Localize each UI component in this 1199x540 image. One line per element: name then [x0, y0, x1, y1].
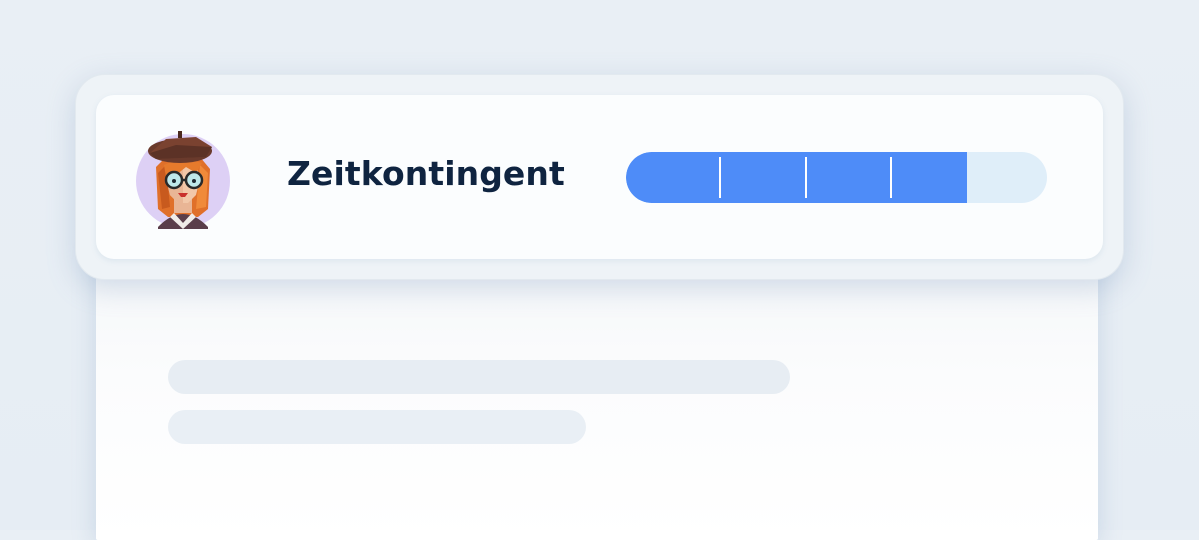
skeleton-text-line — [168, 360, 790, 394]
time-quota-label: Zeitkontingent — [287, 154, 565, 193]
progress-segment-divider — [805, 157, 807, 198]
background-content-panel — [96, 240, 1098, 540]
time-quota-progress-bar — [626, 152, 1047, 203]
time-quota-progress-fill — [626, 152, 967, 203]
skeleton-text-line — [168, 410, 586, 444]
user-avatar-icon — [136, 117, 230, 229]
time-quota-card-body: Zeitkontingent — [96, 95, 1103, 259]
progress-segment-divider — [890, 157, 892, 198]
progress-segment-divider — [719, 157, 721, 198]
time-quota-card: Zeitkontingent — [75, 74, 1124, 280]
